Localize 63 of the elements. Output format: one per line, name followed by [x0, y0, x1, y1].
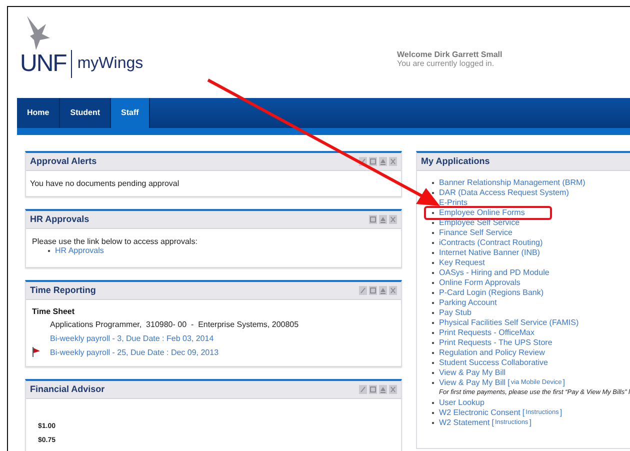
up-triangle-icon[interactable]: [379, 157, 388, 166]
nav-tab[interactable]: Home: [17, 98, 60, 128]
position-text: Applications Programmer, 310980- 00 - Enterprise Systems, 200805: [49, 320, 300, 329]
timesheet-heading: Time Sheet: [32, 307, 76, 316]
bracket-text: ]: [562, 378, 565, 388]
logo-abbreviation: UNF: [20, 51, 66, 77]
application-link[interactable]: Key Request: [439, 258, 485, 268]
close-icon[interactable]: [389, 286, 398, 295]
panel-title: Financial Advisor: [30, 382, 105, 396]
application-link[interactable]: W2 Statement: [439, 418, 490, 428]
nav-tab[interactable]: Staff: [111, 98, 150, 128]
close-icon[interactable]: [389, 215, 398, 224]
application-link[interactable]: iContracts (Contract Routing): [439, 238, 543, 248]
bracket-text: [: [492, 418, 494, 428]
window-icon[interactable]: [369, 157, 378, 166]
application-link[interactable]: P-Card Login (Regions Bank): [439, 288, 544, 298]
application-link[interactable]: Physical Facilities Self Service (FAMIS): [439, 318, 579, 328]
application-link[interactable]: Employee Self Service: [439, 218, 520, 228]
window-icon[interactable]: [369, 385, 378, 394]
application-link[interactable]: View & Pay My Bill: [439, 368, 506, 378]
payroll-link[interactable]: Bi-weekly payroll - 3, Due Date : Feb 03, 2014: [50, 334, 214, 342]
panel-title: Approval Alerts: [30, 154, 97, 168]
application-link[interactable]: OASys - Hiring and PD Module: [439, 268, 550, 278]
application-link[interactable]: Print Requests - OfficeMax: [439, 328, 534, 338]
logo-product-name: myWings: [77, 55, 144, 73]
nav-tab[interactable]: Student: [60, 98, 112, 128]
up-triangle-icon[interactable]: [379, 286, 388, 295]
approvals-link[interactable]: HR Approvals: [55, 246, 104, 255]
edit-icon[interactable]: [359, 286, 368, 295]
login-status-text: You are currently logged in.: [397, 59, 496, 68]
bracket-text: ]: [529, 418, 532, 428]
panel-title: Time Reporting: [30, 284, 96, 297]
application-link[interactable]: Online Form Approvals: [439, 278, 520, 288]
up-triangle-icon[interactable]: [379, 215, 388, 224]
application-link[interactable]: Pay Stub: [439, 308, 472, 318]
flag-icon: [32, 347, 41, 357]
bracket-text: [: [522, 408, 525, 418]
close-icon[interactable]: [389, 157, 398, 166]
up-triangle-icon[interactable]: [379, 385, 388, 394]
application-link[interactable]: Parking Account: [439, 298, 497, 308]
application-link[interactable]: Internet Native Banner (INB): [439, 248, 540, 258]
bracket-text: ]: [560, 408, 562, 418]
payroll-link[interactable]: Bi-weekly payroll - 25, Due Date : Dec 09, 2013: [50, 348, 219, 356]
edit-icon[interactable]: [359, 385, 368, 394]
panel-message: You have no documents pending approval: [30, 178, 180, 190]
panel-title: HR Approvals: [30, 212, 90, 226]
bracket-text: [: [508, 378, 510, 388]
application-link[interactable]: Finance Self Service: [439, 228, 512, 238]
application-link[interactable]: W2 Electronic Consent: [439, 408, 520, 418]
application-link[interactable]: User Lookup: [439, 398, 484, 408]
window-icon[interactable]: [369, 286, 378, 295]
application-link[interactable]: DAR (Data Access Request System): [439, 188, 569, 198]
close-icon[interactable]: [389, 385, 398, 394]
panel-title: My Applications: [421, 154, 490, 168]
window-icon[interactable]: [369, 215, 378, 224]
panel-message: Please use the link below to access approvals:: [32, 237, 198, 246]
application-link[interactable]: Regulation and Policy Review: [439, 348, 545, 358]
application-link[interactable]: View & Pay My Bill: [439, 378, 506, 388]
application-link[interactable]: Student Success Collaborative: [439, 358, 548, 368]
application-link[interactable]: E-Prints: [439, 198, 468, 208]
welcome-text: Welcome Dirk Garrett Small: [397, 50, 502, 59]
application-link[interactable]: Banner Relationship Management (BRM): [439, 178, 586, 188]
application-link[interactable]: Print Requests - The UPS Store: [439, 338, 552, 348]
